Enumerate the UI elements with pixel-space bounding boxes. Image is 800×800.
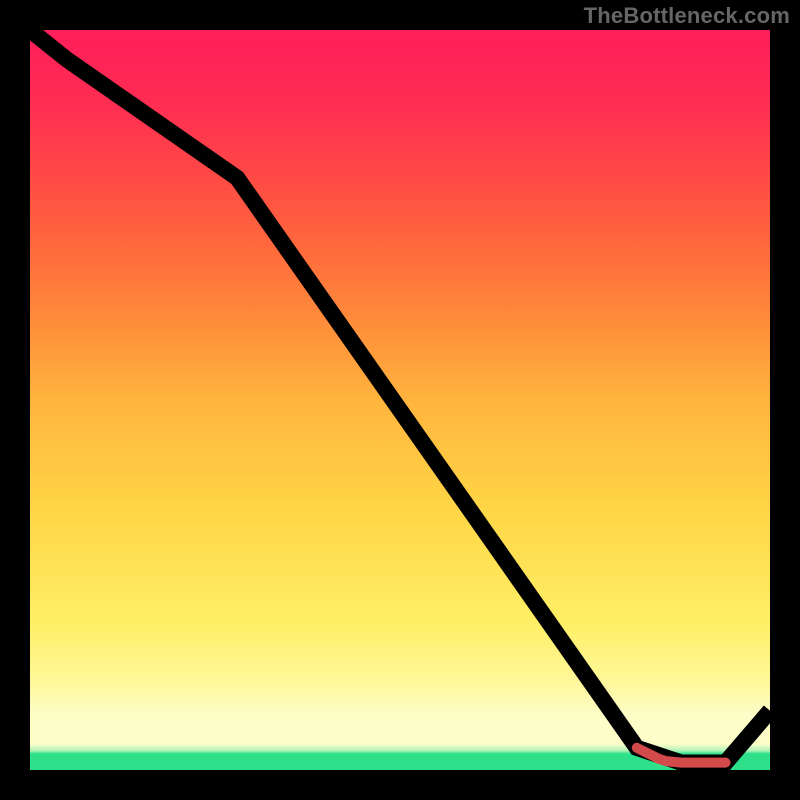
watermark-text: TheBottleneck.com — [584, 3, 790, 29]
chart-frame: TheBottleneck.com — [0, 0, 800, 800]
chart-overlay — [30, 30, 770, 770]
plot-area — [30, 30, 770, 770]
main-curve — [30, 30, 770, 763]
